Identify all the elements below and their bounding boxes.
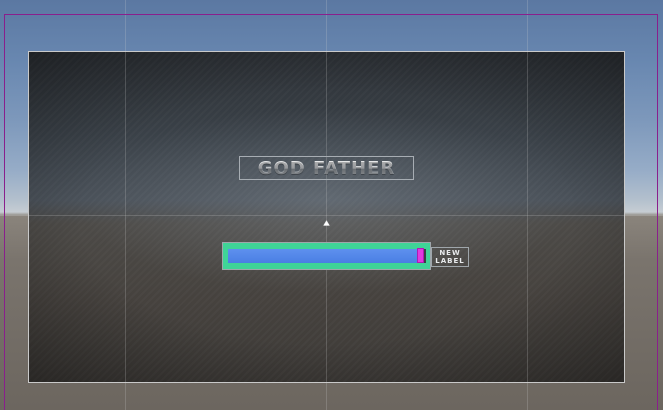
label-line-1: NEW (439, 249, 461, 257)
progress-track (228, 248, 426, 263)
label-line-2: LABEL (435, 257, 465, 265)
rect-transform-pivot-icon[interactable] (323, 211, 330, 226)
new-label[interactable]: NEW LABEL (431, 247, 469, 267)
progress-bar[interactable] (222, 242, 431, 270)
grid-line-vertical (125, 51, 126, 383)
progress-fill (228, 249, 421, 263)
grid-line-vertical (527, 51, 528, 383)
title-text-object[interactable]: GOD FATHER (239, 156, 414, 180)
scene-view[interactable]: GOD FATHER NEW LABEL (0, 0, 663, 410)
title-text: GOD FATHER (257, 157, 396, 179)
progress-handle[interactable] (416, 248, 424, 263)
